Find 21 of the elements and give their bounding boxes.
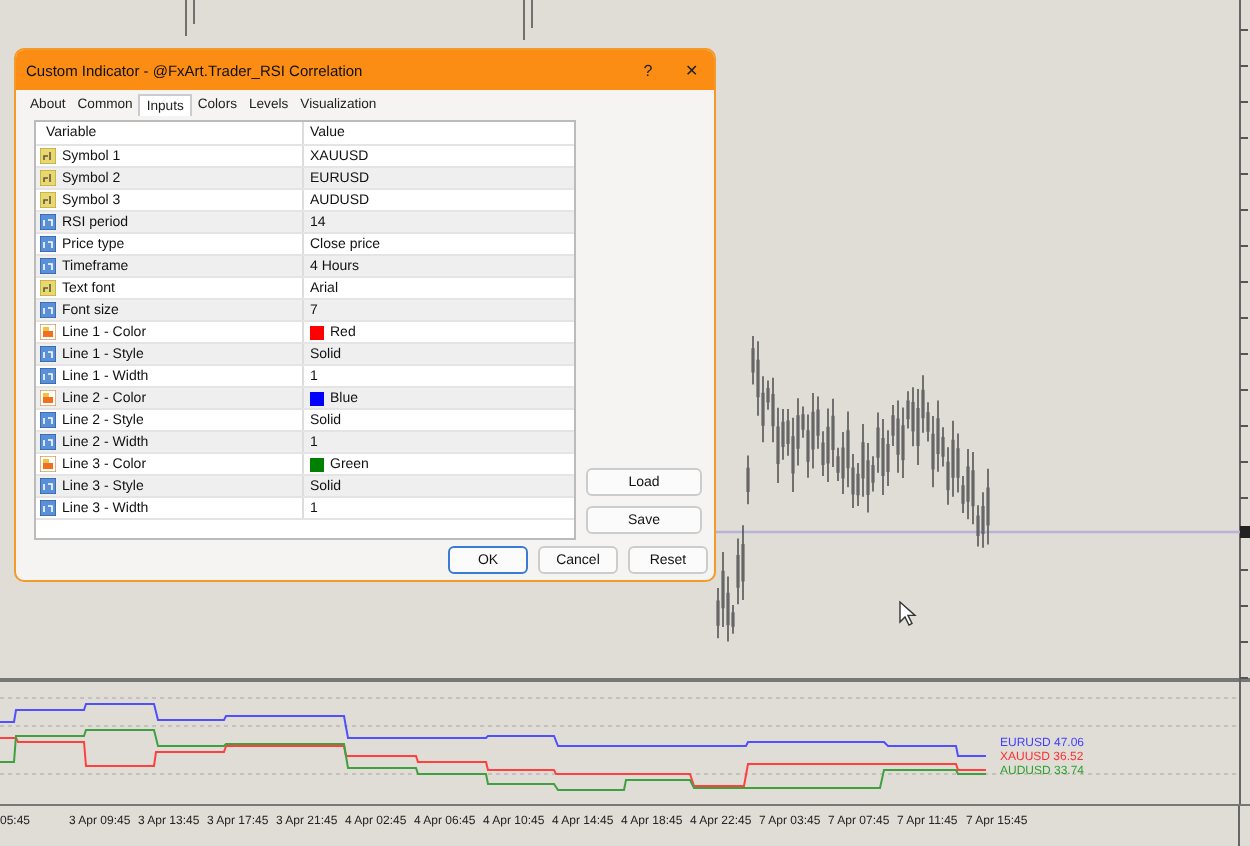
text-parameter-icon: [40, 170, 56, 186]
color-parameter-icon: [40, 456, 56, 472]
help-button[interactable]: ?: [626, 50, 670, 90]
price-marker: [1240, 526, 1250, 538]
number-parameter-icon: [40, 236, 56, 252]
color-parameter-icon: [40, 390, 56, 406]
close-button[interactable]: ✕: [670, 50, 714, 90]
number-parameter-icon: [40, 302, 56, 318]
number-parameter-icon: [40, 368, 56, 384]
number-parameter-icon: [40, 214, 56, 230]
number-parameter-icon: [40, 500, 56, 516]
mouse-cursor-icon: [899, 600, 917, 626]
number-parameter-icon: [40, 258, 56, 274]
number-parameter-icon: [40, 434, 56, 450]
text-parameter-icon: [40, 192, 56, 208]
text-parameter-icon: [40, 280, 56, 296]
number-parameter-icon: [40, 478, 56, 494]
number-parameter-icon: [40, 412, 56, 428]
number-parameter-icon: [40, 346, 56, 362]
text-parameter-icon: [40, 148, 56, 164]
color-parameter-icon: [40, 324, 56, 340]
